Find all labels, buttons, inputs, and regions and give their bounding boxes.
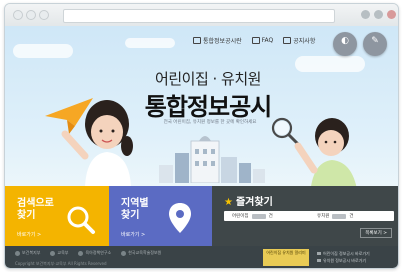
logo-icon <box>78 250 84 256</box>
link-icon <box>317 252 321 255</box>
side-link[interactable]: 어린이집 정보공시 바로가기 <box>317 250 370 257</box>
buildings-illustration <box>159 136 265 183</box>
logo-icon <box>50 250 56 256</box>
header-nav: 통합정보공시란 FAQ 공지사항 <box>193 36 315 45</box>
region-card-more[interactable]: 바로가기 > <box>121 231 145 238</box>
search-card[interactable]: 검색으로 찾기 바로가기 > <box>5 186 109 246</box>
favorites-title: ★ 즐겨찾기 <box>224 197 273 208</box>
close-button[interactable] <box>387 10 396 19</box>
edit-icon: ✎ <box>371 36 379 46</box>
address-bar[interactable] <box>63 9 335 23</box>
cloud-decoration <box>295 56 365 72</box>
search-card-title: 검색으로 찾기 <box>17 198 54 221</box>
footer: 보건복지부 교육부 육아정책연구소 한국교육학술정보원 Copyright 보건… <box>5 246 398 268</box>
footer-copyright: Copyright 보건복지부·교육부 All Rights Reserved <box>15 261 107 266</box>
notice-icon <box>283 37 292 44</box>
region-card-title: 지역별 찾기 <box>121 198 149 221</box>
footer-logos: 보건복지부 교육부 육아정책연구소 한국교육학술정보원 <box>15 250 161 256</box>
logo-icon <box>121 250 127 256</box>
contrast-button[interactable]: ◐ <box>333 32 357 56</box>
refresh-button[interactable] <box>39 10 49 20</box>
girl-illustration <box>45 98 133 186</box>
nav-item-disclosure[interactable]: 통합정보공시란 <box>193 36 242 45</box>
browser-chrome <box>5 4 398 27</box>
nav-item-notice[interactable]: 공지사항 <box>283 36 315 45</box>
favorites-list-button[interactable]: 목록보기 > <box>360 228 392 238</box>
document-icon <box>193 37 201 44</box>
favorites-summary: 어린이집 건 유치원 건 <box>224 211 394 221</box>
region-card[interactable]: 지역별 찾기 바로가기 > <box>109 186 212 246</box>
favorites-kindergarten[interactable]: 유치원 건 <box>309 213 394 219</box>
hero-subtitle: 어린이집 · 유치원 <box>155 70 261 88</box>
hero-title: 통합정보공시 <box>144 93 272 121</box>
cloud-decoration <box>125 38 175 48</box>
cloud-decoration <box>13 44 73 58</box>
footer-banner[interactable]: 어린이집 유치원 알리미 <box>263 249 309 266</box>
footer-logo[interactable]: 교육부 <box>50 250 68 256</box>
side-link[interactable]: 유치원 정보공시 바로가기 <box>317 257 370 264</box>
footer-side-links: 어린이집 정보공시 바로가기 유치원 정보공시 바로가기 <box>317 250 370 264</box>
question-icon <box>251 37 260 44</box>
edit-button[interactable]: ✎ <box>363 32 387 56</box>
favorites-card: ★ 즐겨찾기 어린이집 건 유치원 건 목록보기 > <box>212 186 398 246</box>
forward-button[interactable] <box>26 10 36 20</box>
minimize-button[interactable] <box>361 10 370 19</box>
map-pin-icon <box>169 203 191 233</box>
maximize-button[interactable] <box>374 10 383 19</box>
hero-description: 전국 어린이집, 유치원 정보를 한 곳에 확인하세요 <box>163 120 257 125</box>
browser-window: 통합정보공시란 FAQ 공지사항 ◐ ✎ 어린이집 · 유치원 통합정보공시 전… <box>4 3 399 269</box>
page-content: 통합정보공시란 FAQ 공지사항 ◐ ✎ 어린이집 · 유치원 통합정보공시 전… <box>5 26 398 268</box>
kindergarten-count-value <box>332 213 347 219</box>
footer-logo[interactable]: 한국교육학술정보원 <box>121 250 161 256</box>
footer-logo[interactable]: 보건복지부 <box>15 250 40 256</box>
nav-item-faq[interactable]: FAQ <box>251 36 273 45</box>
star-icon: ★ <box>224 197 233 208</box>
magnifier-icon <box>67 206 95 234</box>
link-icon <box>317 259 321 262</box>
contrast-icon: ◐ <box>341 36 349 46</box>
daycare-count-value <box>251 213 266 219</box>
favorites-daycare[interactable]: 어린이집 건 <box>224 213 309 219</box>
logo-icon <box>15 250 20 256</box>
search-card-more[interactable]: 바로가기 > <box>17 231 41 238</box>
footer-logo[interactable]: 육아정책연구소 <box>78 250 111 256</box>
boy-illustration <box>271 117 358 196</box>
back-button[interactable] <box>13 10 23 20</box>
